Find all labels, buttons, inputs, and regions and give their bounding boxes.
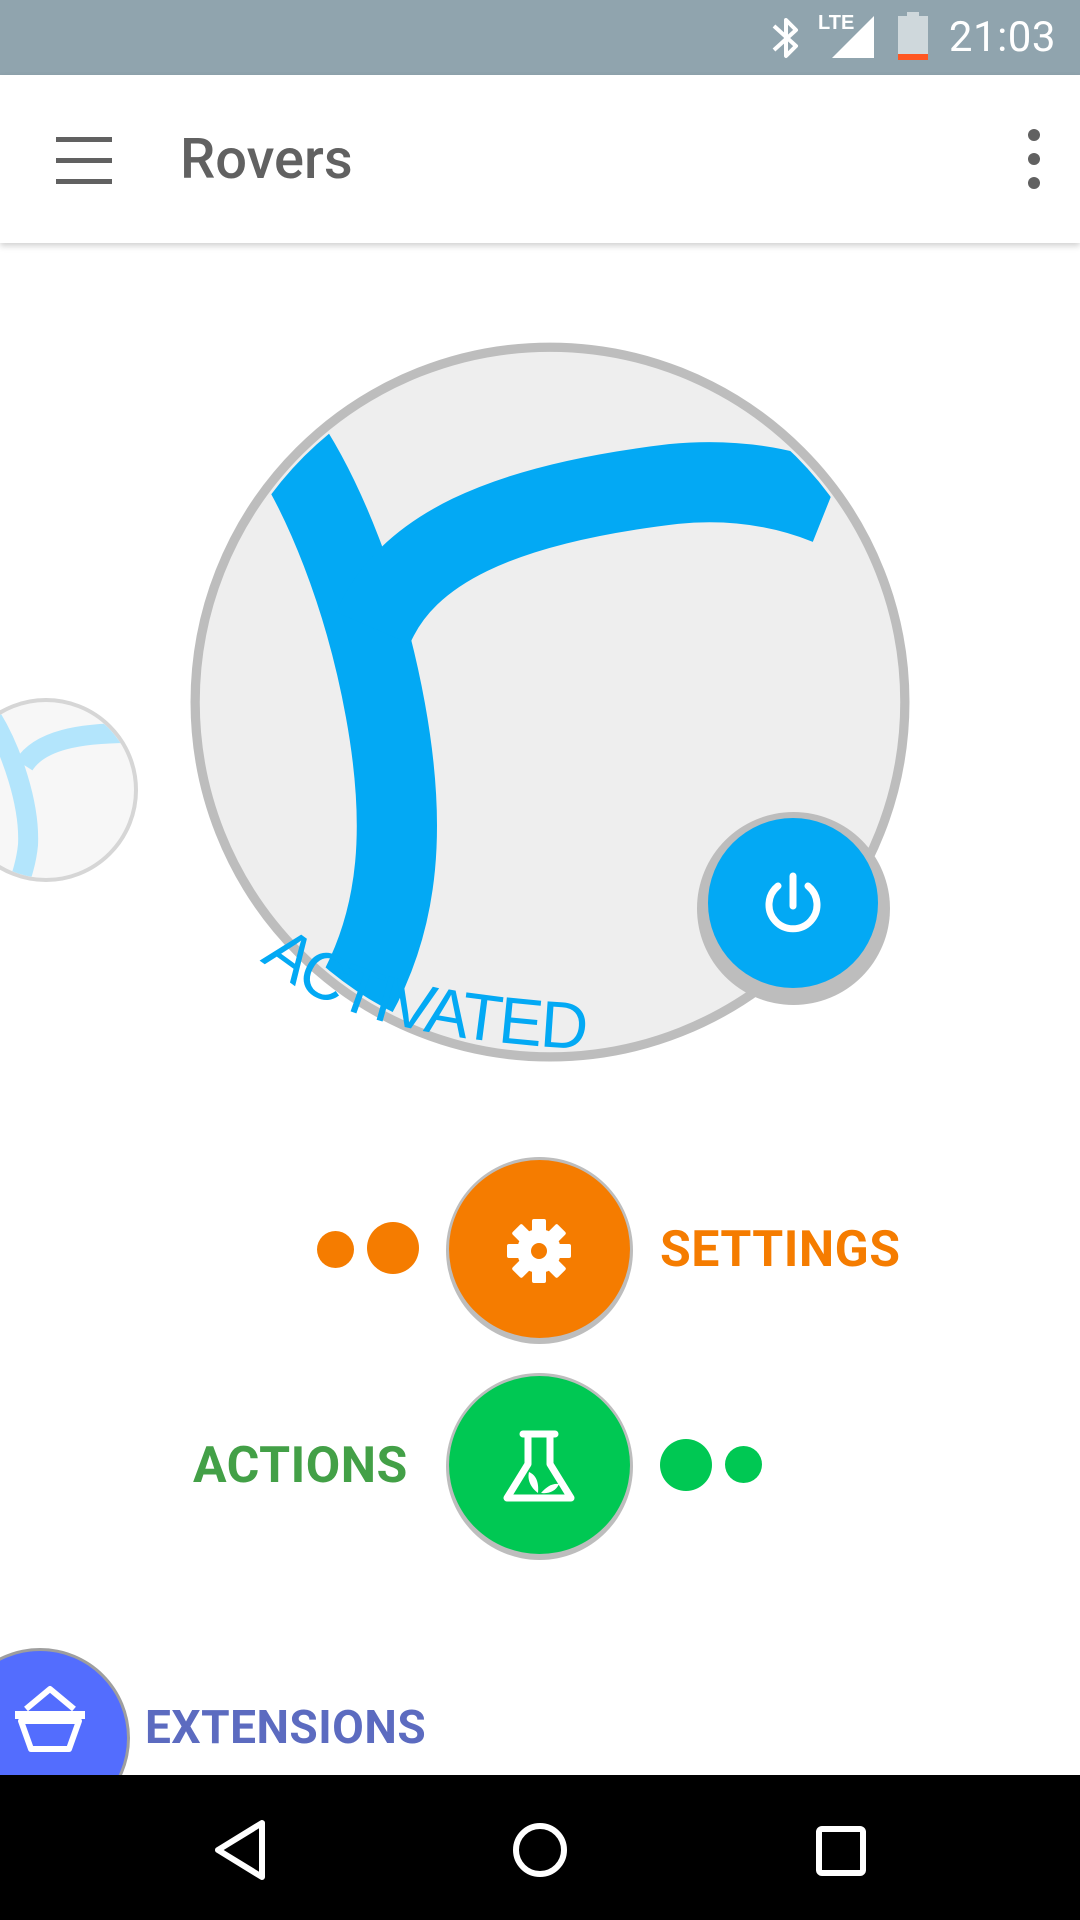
actions-dot-large [660, 1439, 712, 1491]
actions-dot-small [725, 1446, 762, 1483]
svg-text:ACTIVATED: ACTIVATED [251, 912, 589, 1063]
status-time: 21:03 [948, 13, 1056, 62]
actions-button[interactable] [446, 1373, 633, 1560]
screen: LTE 21:03 Rovers ACTIVATED SETTINGS ACTI… [0, 0, 1080, 1920]
settings-dot-large [367, 1222, 419, 1274]
recents-button[interactable] [785, 1795, 895, 1905]
extensions-label[interactable]: EXTENSIONS [145, 1698, 426, 1758]
battery-low-icon [898, 12, 928, 60]
gear-icon [507, 1219, 571, 1283]
actions-label[interactable]: ACTIONS [193, 1436, 408, 1496]
settings-dot-small [317, 1231, 354, 1268]
rover-thumbnail[interactable] [0, 695, 142, 885]
system-nav-bar [0, 1775, 1080, 1920]
menu-button[interactable] [30, 115, 138, 203]
power-button[interactable] [697, 812, 890, 1005]
app-bar: Rovers [0, 75, 1080, 243]
recents-icon [816, 1826, 866, 1876]
bluetooth-icon [772, 18, 798, 58]
power-icon [765, 872, 821, 933]
settings-button[interactable] [446, 1157, 633, 1344]
lte-signal-icon [832, 16, 874, 58]
home-button[interactable] [485, 1795, 595, 1905]
rover-status-text: ACTIVATED [251, 912, 591, 1063]
back-icon [215, 1820, 265, 1880]
flask-icon [503, 1430, 575, 1502]
app-title: Rovers [180, 126, 353, 192]
home-icon [513, 1823, 567, 1877]
rover-status: ACTIVATED [251, 912, 591, 1063]
hamburger-menu-icon [56, 137, 112, 184]
settings-label[interactable]: SETTINGS [660, 1220, 901, 1280]
more-vert-icon [1028, 129, 1040, 189]
back-button[interactable] [186, 1795, 296, 1905]
status-bar: LTE 21:03 [0, 0, 1080, 75]
more-options-button[interactable] [1010, 115, 1070, 203]
